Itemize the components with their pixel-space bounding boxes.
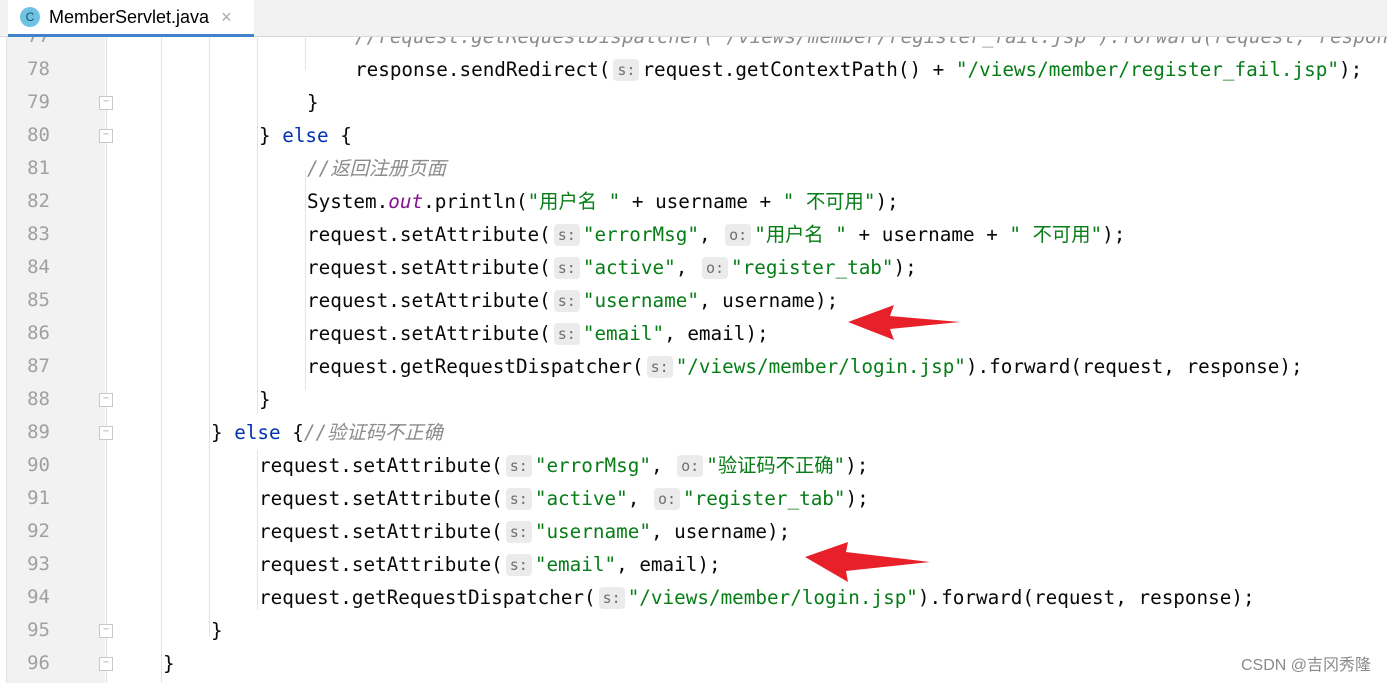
red-arrow-icon bbox=[805, 542, 930, 582]
red-arrow-icon bbox=[848, 305, 960, 340]
annotation-arrows bbox=[805, 305, 960, 582]
